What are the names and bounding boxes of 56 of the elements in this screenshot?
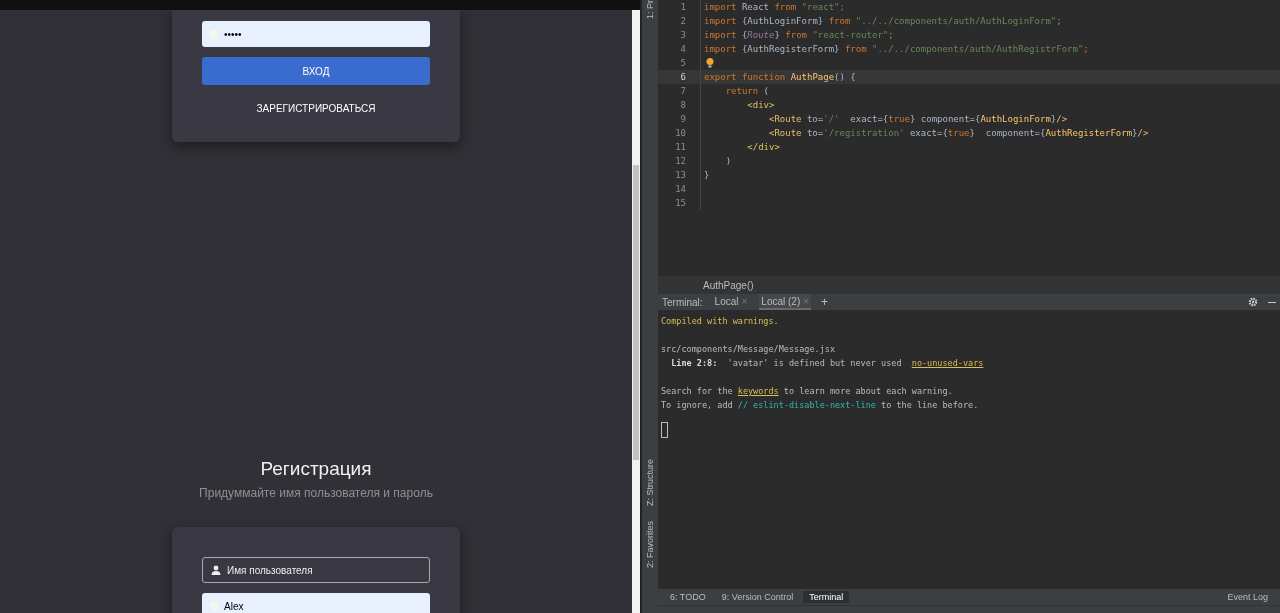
code-line: import React from "react"; [703, 2, 845, 12]
code-line: </div> [746, 142, 780, 152]
line-number: 9 [658, 112, 701, 126]
password-field[interactable]: ••••• [202, 21, 430, 47]
terminal-cursor [661, 422, 668, 438]
scrollbar[interactable] [632, 10, 640, 613]
terminal-line: Compiled with warnings. [661, 316, 779, 326]
line-number: 4 [658, 42, 701, 56]
code-line: import {AuthRegisterForm} from "../../components/auth/AuthRegistrForm"; [703, 44, 1089, 54]
line-number: 1 [658, 0, 701, 14]
code-line: return ( [724, 86, 770, 96]
line-number: 6 [658, 70, 701, 84]
terminal-line: Line 2:8: 'avatar' is defined but never used no-unused-vars [670, 358, 984, 368]
code-line: import {AuthLoginForm} from "../../components/auth/AuthLoginForm"; [703, 16, 1062, 26]
code-line: } [703, 170, 710, 180]
line-number: 15 [658, 196, 701, 210]
breadcrumb[interactable]: AuthPage() [703, 279, 754, 291]
register-link[interactable]: ЗАРЕГИСТРИРОВАТЬСЯ [256, 103, 376, 114]
code-line: <Route to='/registration' exact={true} component={AuthRegisterForm}/> [768, 128, 1149, 138]
line-number: 10 [658, 126, 701, 140]
line-number: 2 [658, 14, 701, 28]
code-line: <Route to='/' exact={true} component={AuthLoginForm}/> [768, 114, 1068, 124]
line-number: 3 [658, 28, 701, 42]
registration-title: Регистрация [260, 458, 372, 480]
line-number: 12 [658, 154, 701, 168]
code-line: ) [724, 156, 732, 166]
login-button[interactable]: ВХОД [202, 57, 430, 85]
code-line: <div> [746, 100, 775, 110]
tool-window-button[interactable]: Terminal [803, 591, 850, 603]
tool-window-label[interactable]: Z: Structure [645, 459, 655, 507]
code-line: import {Route} from "react-router"; [703, 30, 894, 40]
add-tab-button[interactable]: + [821, 295, 829, 309]
terminal-line: Search for the keywords to learn more about each warning. [661, 386, 953, 396]
line-number: 13 [658, 168, 701, 182]
terminal-tab[interactable]: Local × [712, 294, 750, 310]
registration-subtitle: Придуммайте имя пользователя и пароль [199, 486, 433, 500]
terminal-tab[interactable]: Local (2) × [759, 294, 812, 310]
user-icon [211, 565, 221, 575]
code-line: export function AuthPage() { [703, 72, 856, 82]
minimize-icon[interactable] [1268, 301, 1276, 303]
event-log-button[interactable]: Event Log [1221, 591, 1274, 603]
settings-icon[interactable] [1248, 297, 1258, 307]
terminal-line: To ignore, add // eslint-disable-next-line to the line before. [661, 400, 979, 410]
text-field[interactable]: Alex [202, 593, 430, 613]
tool-window-button[interactable]: 6: TODO [664, 591, 712, 603]
terminal-line: src/components/Message/Message.jsx [661, 344, 835, 354]
line-number: 14 [658, 182, 701, 196]
line-number: 7 [658, 84, 701, 98]
username-field[interactable]: Имя пользователя [202, 557, 430, 583]
tool-window-button[interactable]: 9: Version Control [715, 591, 800, 603]
tool-window-label[interactable]: 2: Favorites [645, 521, 655, 569]
lightbulb-icon[interactable] [706, 58, 714, 68]
tool-window-label[interactable]: 1: Pr [645, 0, 655, 19]
line-number: 11 [658, 140, 701, 154]
terminal-label: Terminal: [662, 296, 703, 308]
line-number: 8 [658, 98, 701, 112]
